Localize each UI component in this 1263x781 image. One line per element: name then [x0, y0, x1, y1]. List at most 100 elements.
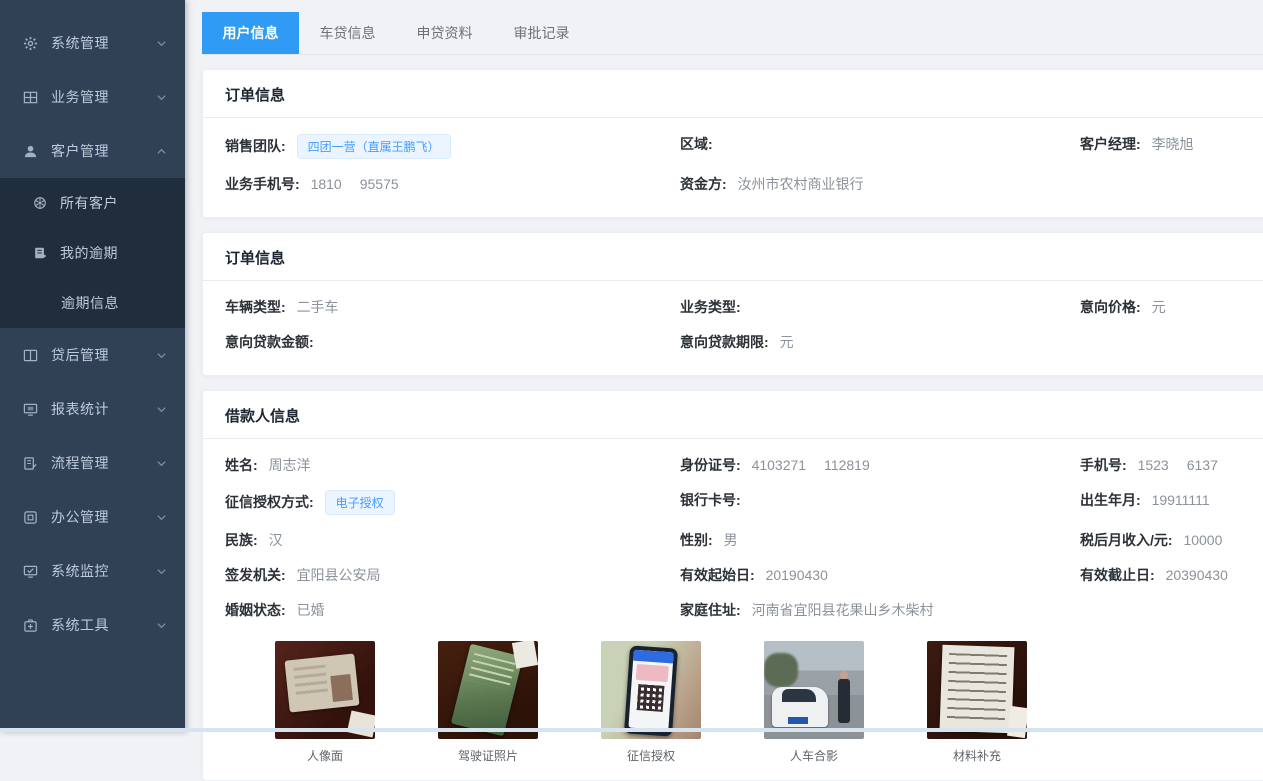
sidebar-item-label: 业务管理 [51, 87, 156, 107]
person-car-photo[interactable]: 人车合影 [764, 641, 864, 764]
tab-loan-application-docs[interactable]: 申贷资料 [396, 12, 493, 54]
sidebar-item-report-stats[interactable]: 报表统计 [0, 382, 185, 436]
field-valid-from: 有效起始日: 20190430 [680, 557, 1080, 592]
trees-art [764, 653, 798, 687]
customer-mgmt-submenu: 所有客户 我的逾期 逾期信息 [0, 178, 185, 328]
chevron-down-icon [156, 38, 167, 49]
field-label: 出生年月: [1080, 492, 1141, 508]
phone-header-art [633, 650, 674, 664]
id-card-art [284, 653, 359, 712]
field-label: 婚姻状态: [225, 602, 286, 618]
field-label: 意向贷款金额: [225, 334, 314, 350]
document-photo-gallery: 人像面 驾驶证照片 [275, 641, 1248, 764]
sidebar-item-label: 逾期信息 [61, 293, 167, 313]
chevron-down-icon [156, 350, 167, 361]
extra-material-photo[interactable]: 材料补充 [927, 641, 1027, 764]
value-part: 112819 [824, 457, 870, 473]
office-icon [22, 509, 38, 525]
field-label: 区域: [680, 136, 713, 152]
field-customer-manager: 客户经理: 李晓旭 [1080, 126, 1248, 166]
field-vehicle-type: 车辆类型: 二手车 [225, 289, 680, 324]
field-label: 征信授权方式: [225, 494, 314, 510]
sidebar-item-label: 流程管理 [51, 453, 156, 473]
field-value: 4103271112819 [752, 457, 870, 473]
tab-approval-records[interactable]: 审批记录 [493, 12, 590, 54]
workflow-icon [22, 455, 38, 471]
field-label: 意向价格: [1080, 299, 1141, 315]
card-title: 订单信息 [203, 233, 1263, 281]
sidebar-item-label: 所有客户 [60, 193, 167, 213]
paper-scrap-art [1007, 706, 1027, 738]
field-credit-auth: 征信授权方式: 电子授权 [225, 482, 680, 522]
sidebar-item-business-mgmt[interactable]: 业务管理 [0, 70, 185, 124]
order-info-card-2: 订单信息 车辆类型: 二手车 业务类型: 意向价格: 元 意向贷款金额: [202, 232, 1263, 376]
credit-auth-tag: 电子授权 [325, 490, 395, 515]
id-card-photo[interactable]: 人像面 [275, 641, 375, 764]
tab-user-info[interactable]: 用户信息 [202, 12, 299, 54]
book-icon [22, 347, 38, 363]
license-photo-thumbnail [438, 641, 538, 739]
chevron-down-icon [156, 92, 167, 103]
field-label: 有效截止日: [1080, 567, 1155, 583]
sidebar-item-all-customers[interactable]: 所有客户 [0, 178, 185, 228]
field-gender: 性别: 男 [680, 522, 1080, 557]
card-title: 订单信息 [203, 70, 1263, 118]
chevron-down-icon [156, 404, 167, 415]
chevron-down-icon [156, 512, 167, 523]
borrower-info-card: 借款人信息 姓名: 周志洋 身份证号: 4103271112819 手机号: 1… [202, 390, 1263, 781]
tab-car-loan-info[interactable]: 车贷信息 [299, 12, 396, 54]
license-photo[interactable]: 驾驶证照片 [438, 641, 538, 764]
field-value: 181095575 [311, 176, 399, 192]
sidebar-item-office-mgmt[interactable]: 办公管理 [0, 490, 185, 544]
sidebar-item-system-mgmt[interactable]: 系统管理 [0, 16, 185, 70]
sidebar-item-overdue-info[interactable]: 逾期信息 [0, 278, 185, 328]
user-icon [22, 143, 38, 159]
field-value: 汝州市农村商业银行 [738, 176, 864, 192]
field-value: 二手车 [297, 299, 339, 315]
sidebar-item-my-overdue[interactable]: 我的逾期 [0, 228, 185, 278]
field-label: 性别: [680, 532, 713, 548]
paper-scrap-art [347, 711, 375, 738]
field-empty [1080, 324, 1248, 359]
wheel-icon [32, 195, 48, 211]
sidebar-item-label: 办公管理 [51, 507, 156, 527]
sidebar-item-system-monitor[interactable]: 系统监控 [0, 544, 185, 598]
sidebar-item-postloan-mgmt[interactable]: 贷后管理 [0, 328, 185, 382]
sidebar-item-label: 我的逾期 [60, 243, 167, 263]
sidebar-item-process-mgmt[interactable]: 流程管理 [0, 436, 185, 490]
sidebar-item-label: 系统管理 [51, 33, 156, 53]
monitor-check-icon [22, 563, 38, 579]
field-label: 车辆类型: [225, 299, 286, 315]
field-value: 15236137 [1138, 457, 1218, 473]
field-value: 李晓旭 [1152, 136, 1194, 152]
sidebar-item-customer-mgmt[interactable]: 客户管理 [0, 124, 185, 178]
field-monthly-income: 税后月收入/元: 10000 [1080, 522, 1248, 557]
field-label: 姓名: [225, 457, 258, 473]
field-label: 意向贷款期限: [680, 334, 769, 350]
value-part: 1810 [311, 176, 342, 192]
field-name: 姓名: 周志洋 [225, 447, 680, 482]
field-mobile-phone: 手机号: 15236137 [1080, 447, 1248, 482]
field-business-phone: 业务手机号: 181095575 [225, 166, 680, 201]
field-region: 区域: [680, 126, 1080, 166]
field-label: 手机号: [1080, 457, 1127, 473]
qr-code-art [637, 684, 665, 712]
value-part: 1523 [1138, 457, 1169, 473]
field-value: 河南省宜阳县花果山乡木柴村 [752, 602, 934, 618]
photo-caption: 材料补充 [927, 747, 1027, 764]
field-intent-price: 意向价格: 元 [1080, 289, 1248, 324]
field-id-number: 身份证号: 4103271112819 [680, 447, 1080, 482]
sidebar-item-label: 客户管理 [51, 141, 156, 161]
field-label: 签发机关: [225, 567, 286, 583]
field-home-address: 家庭住址: 河南省宜阳县花果山乡木柴村 [680, 592, 1080, 627]
field-valid-to: 有效截止日: 20390430 [1080, 557, 1248, 592]
photo-caption: 人像面 [275, 747, 375, 764]
credit-auth-photo[interactable]: 征信授权 [601, 641, 701, 764]
field-loan-term: 意向贷款期限: 元 [680, 324, 1080, 359]
sidebar-item-label: 系统监控 [51, 561, 156, 581]
banner-art [636, 664, 669, 682]
sidebar-item-system-tools[interactable]: 系统工具 [0, 598, 185, 652]
order-info-card-1: 订单信息 销售团队: 四团一营（直属王鹏飞） 区域: 客户经理: 李晓旭 业务手… [202, 69, 1263, 218]
chevron-up-icon [156, 146, 167, 157]
photo-caption: 人车合影 [764, 747, 864, 764]
